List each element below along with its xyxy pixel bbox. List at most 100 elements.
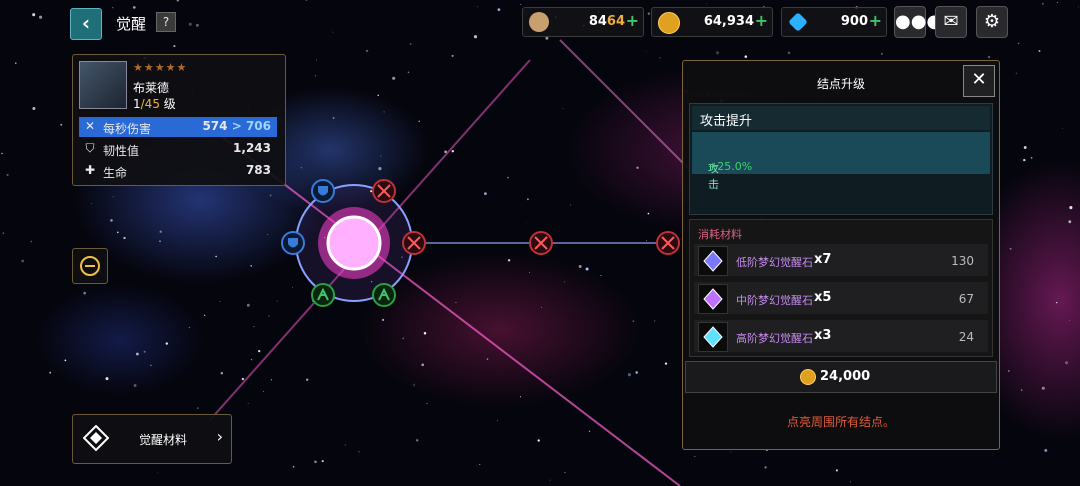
- star: [64, 359, 67, 362]
- star: [600, 275, 602, 277]
- star: [706, 3, 708, 5]
- star: [378, 167, 382, 171]
- star: [314, 75, 316, 77]
- sword-icon: ✕: [84, 119, 96, 133]
- star: [112, 196, 114, 198]
- star: [564, 281, 566, 283]
- star: [246, 303, 250, 307]
- star: [578, 265, 582, 268]
- star: [365, 49, 369, 53]
- star: [321, 460, 324, 463]
- settings-button[interactable]: ⚙: [976, 6, 1008, 38]
- minus-icon: [80, 256, 100, 276]
- star: [473, 35, 478, 39]
- low-stone-icon: [698, 246, 728, 276]
- star: [173, 45, 176, 48]
- hero-portrait[interactable]: [79, 61, 127, 109]
- star: [418, 120, 420, 123]
- star: [1, 152, 3, 155]
- chat-button[interactable]: ●●●: [894, 6, 942, 38]
- star: [1065, 361, 1069, 365]
- star: [247, 403, 249, 405]
- panel-title: 结点升级: [816, 77, 865, 91]
- star: [314, 460, 317, 464]
- star: [377, 94, 379, 97]
- gold-counter: 64,934 +: [651, 7, 773, 37]
- star: [215, 255, 217, 258]
- star: [382, 318, 385, 321]
- star: [60, 123, 63, 126]
- gold-value: 64,934: [703, 14, 754, 29]
- star: [241, 377, 245, 381]
- star: [496, 420, 498, 422]
- star: [1069, 206, 1073, 210]
- star: [258, 349, 261, 353]
- add-gold-button[interactable]: +: [755, 11, 768, 30]
- materials-title: 消耗材料: [698, 228, 742, 241]
- star: [332, 117, 335, 119]
- star: [562, 108, 564, 110]
- star: [159, 230, 162, 233]
- awakening-gem-icon: [83, 425, 109, 451]
- star: [383, 111, 385, 113]
- add-gems-button[interactable]: +: [869, 11, 882, 30]
- help-button[interactable]: ?: [156, 12, 176, 32]
- star: [1017, 42, 1020, 45]
- star: [477, 6, 479, 8]
- star: [664, 362, 668, 365]
- star: [987, 55, 991, 59]
- star: [507, 259, 511, 262]
- hero-level: 1/45 级: [133, 97, 176, 111]
- star: [188, 22, 192, 26]
- mail-button[interactable]: ✉: [935, 6, 967, 38]
- upgrade-cost-button[interactable]: 24,000: [685, 361, 997, 393]
- star: [1062, 128, 1063, 129]
- stat-toughness: ⛉ 韧性值 1,243: [79, 139, 277, 159]
- star: [276, 300, 278, 302]
- back-button[interactable]: ‹: [70, 8, 102, 40]
- star: [407, 71, 410, 74]
- center-node[interactable]: [326, 215, 382, 271]
- star: [380, 155, 382, 157]
- star: [219, 300, 221, 302]
- star: [549, 479, 551, 481]
- star: [1042, 2, 1044, 5]
- star: [165, 342, 169, 345]
- star: [715, 51, 720, 55]
- node-upgrade-panel: 结点升级 ✕ 攻击提升 攻击 +25.0% 消耗材料 低阶梦幻觉醒石 x7 130…: [682, 60, 1000, 450]
- star: [110, 219, 113, 222]
- page-title: 觉醒: [116, 15, 147, 33]
- close-button[interactable]: ✕: [963, 65, 995, 97]
- star: [1069, 319, 1071, 321]
- star: [1030, 157, 1033, 159]
- star: [409, 43, 412, 45]
- star: [636, 166, 639, 169]
- star: [143, 350, 146, 353]
- star: [116, 231, 119, 234]
- star: [645, 50, 647, 52]
- gem-value: 900: [840, 14, 868, 29]
- hero-name: 布莱德: [133, 81, 170, 95]
- star: [423, 332, 427, 335]
- star: [585, 267, 589, 271]
- star: [1056, 301, 1058, 304]
- star: [268, 315, 270, 317]
- stamina-counter: 8464 +: [522, 7, 644, 37]
- star: [744, 55, 748, 58]
- diamond-icon: [788, 12, 808, 32]
- mail-icon: ✉: [943, 11, 959, 32]
- star: [564, 471, 566, 474]
- zoom-out-button[interactable]: [72, 248, 108, 284]
- star: [484, 192, 487, 195]
- add-stamina-button[interactable]: +: [626, 11, 639, 30]
- star: [1078, 6, 1079, 8]
- star: [787, 51, 791, 55]
- awakening-materials-button[interactable]: 觉醒材料 ›: [72, 414, 232, 464]
- star: [306, 378, 309, 381]
- star: [526, 198, 529, 201]
- requirement-warning: 点亮周围所有结点。: [786, 415, 895, 429]
- star: [112, 7, 114, 9]
- star: [694, 455, 696, 457]
- star: [486, 358, 489, 360]
- material-row: 高阶梦幻觉醒石 x3 24: [694, 320, 988, 352]
